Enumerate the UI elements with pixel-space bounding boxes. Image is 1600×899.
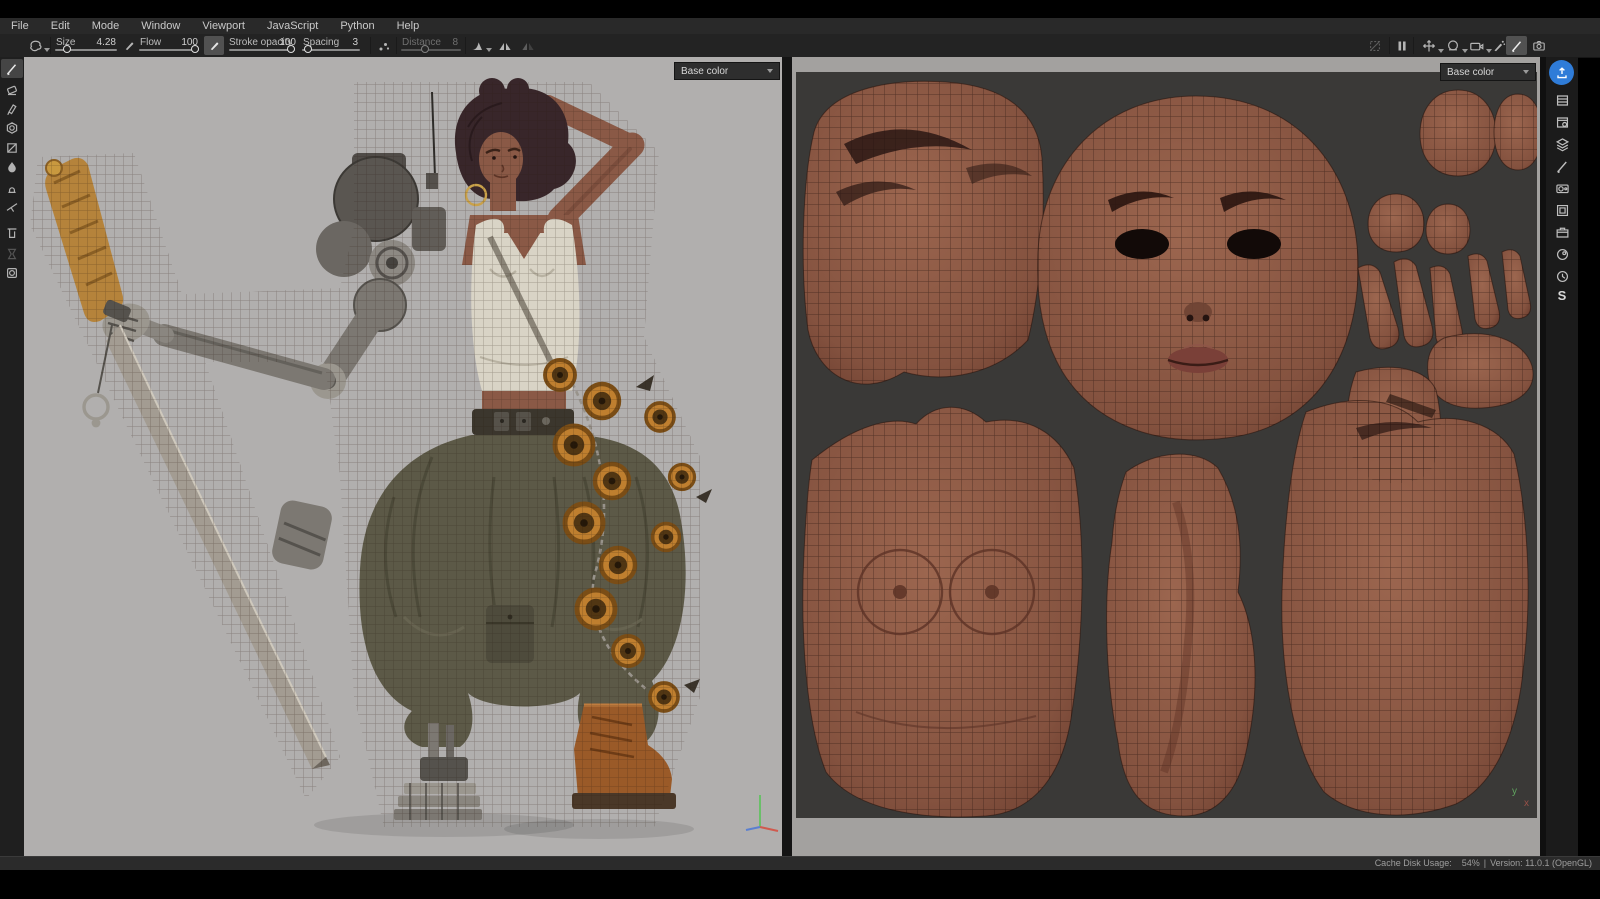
menu-python[interactable]: Python	[329, 18, 385, 34]
channel-selector-right[interactable]: Base color	[1440, 63, 1536, 81]
transform-selection-tool[interactable]	[1, 138, 23, 157]
brush-toolbar: Size 4.28 Flow 100 Stroke opacity 100 Sp…	[0, 34, 1600, 58]
menu-viewport[interactable]: Viewport	[191, 18, 256, 34]
pause-icon[interactable]	[1394, 37, 1410, 54]
version-info: Version: 11.0.1 (OpenGL)	[1490, 857, 1592, 870]
svg-text:x: x	[1524, 798, 1529, 809]
towel-tool[interactable]	[1, 223, 23, 242]
paint-dots-icon[interactable]	[375, 37, 393, 54]
viewport-3d[interactable]: Base color	[24, 57, 782, 856]
channel-selector-left-value: Base color	[681, 66, 728, 77]
menu-mode[interactable]: Mode	[81, 18, 131, 34]
size-slider-knob[interactable]	[63, 45, 71, 53]
palettes-sidebar	[1546, 57, 1578, 856]
falloff-curve-icon[interactable]	[468, 37, 486, 54]
axis-gizmo	[738, 787, 782, 835]
layers-palette-icon[interactable]	[1554, 136, 1570, 152]
stroke-opacity-slider[interactable]	[229, 49, 295, 51]
svg-text:y: y	[1512, 786, 1517, 797]
cache-disk-usage-value: 54%	[1462, 857, 1480, 870]
mirror-disabled-icon	[518, 37, 538, 54]
shotgrid-logo: S	[1558, 288, 1567, 304]
viewport-uv[interactable]: y x Base color	[792, 57, 1540, 856]
menu-window[interactable]: Window	[130, 18, 191, 34]
chevron-down-icon[interactable]	[486, 48, 492, 52]
marquee-lasso-icon[interactable]	[25, 37, 45, 54]
smudge-tool[interactable]	[1, 157, 23, 176]
flow-slider-knob[interactable]	[191, 45, 199, 53]
snapshot-tool[interactable]	[1, 263, 23, 282]
flow-slider[interactable]	[139, 49, 199, 51]
menu-file[interactable]: File	[0, 18, 40, 34]
bake-tool-disabled	[1, 244, 23, 263]
vector-paint-tool[interactable]	[1, 99, 23, 118]
uv-canvas[interactable]: y x	[796, 72, 1537, 818]
spacing-value: 3	[320, 37, 358, 48]
paint-brush-tool[interactable]	[1, 59, 23, 78]
brush-tip-icon[interactable]	[121, 37, 137, 54]
distance-slider-knob	[421, 45, 429, 53]
chevron-down-icon	[767, 69, 773, 73]
select-none-icon	[1366, 37, 1384, 54]
mirror-icon[interactable]	[495, 37, 515, 54]
viewport-splitter[interactable]	[782, 57, 792, 856]
menu-bar: File Edit Mode Window Viewport JavaScrip…	[0, 18, 1600, 34]
size-value: 4.28	[78, 37, 116, 48]
gradient-tool[interactable]	[1, 118, 23, 137]
brush-tip-active-icon[interactable]	[204, 36, 224, 55]
distance-slider	[401, 49, 461, 51]
tools-panel	[0, 57, 24, 856]
camera-icon[interactable]	[1466, 37, 1486, 54]
menu-edit[interactable]: Edit	[40, 18, 81, 34]
cache-disk-usage-label: Cache Disk Usage:	[1375, 857, 1452, 870]
spacing-slider[interactable]	[302, 49, 360, 51]
menu-help[interactable]: Help	[386, 18, 431, 34]
screenshot-icon[interactable]	[1530, 37, 1548, 54]
eraser-tool[interactable]	[1, 80, 23, 99]
uv-shells: y x	[796, 72, 1537, 818]
shotgrid-palette-icon[interactable]: S	[1554, 288, 1570, 304]
size-slider[interactable]	[55, 49, 117, 51]
projectors-palette-icon[interactable]	[1554, 180, 1570, 196]
palette-settings-icon[interactable]	[1554, 114, 1570, 130]
status-bar: Cache Disk Usage: 54% | Version: 11.0.1 …	[0, 856, 1600, 870]
transform-gizmo-icon[interactable]	[1420, 37, 1438, 54]
menu-javascript[interactable]: JavaScript	[256, 18, 329, 34]
spacing-slider-knob[interactable]	[304, 45, 312, 53]
shading-mode-icon[interactable]	[1444, 37, 1462, 54]
flow-label: Flow	[140, 37, 161, 48]
channels-palette-icon[interactable]	[1554, 92, 1570, 108]
channel-selector-left[interactable]: Base color	[674, 62, 780, 80]
clone-stamp-tool[interactable]	[1, 178, 23, 197]
channel-selector-right-value: Base color	[1447, 67, 1494, 78]
chevron-down-icon	[1523, 70, 1529, 74]
character-model-render	[24, 57, 782, 856]
stroke-opacity-slider-knob[interactable]	[287, 45, 295, 53]
slice-tool[interactable]	[1, 197, 23, 216]
environment-palette-icon[interactable]	[1554, 246, 1570, 262]
application-window: File Edit Mode Window Viewport JavaScrip…	[0, 0, 1600, 899]
history-palette-icon[interactable]	[1554, 268, 1570, 284]
canvas-palette-icon[interactable]	[1554, 202, 1570, 218]
shelf-palette-icon[interactable]	[1554, 224, 1570, 240]
paint-mode-active-icon[interactable]	[1506, 36, 1527, 55]
export-share-button[interactable]	[1549, 60, 1574, 85]
status-separator: |	[1484, 857, 1486, 870]
paint-palette-icon[interactable]	[1554, 158, 1570, 174]
